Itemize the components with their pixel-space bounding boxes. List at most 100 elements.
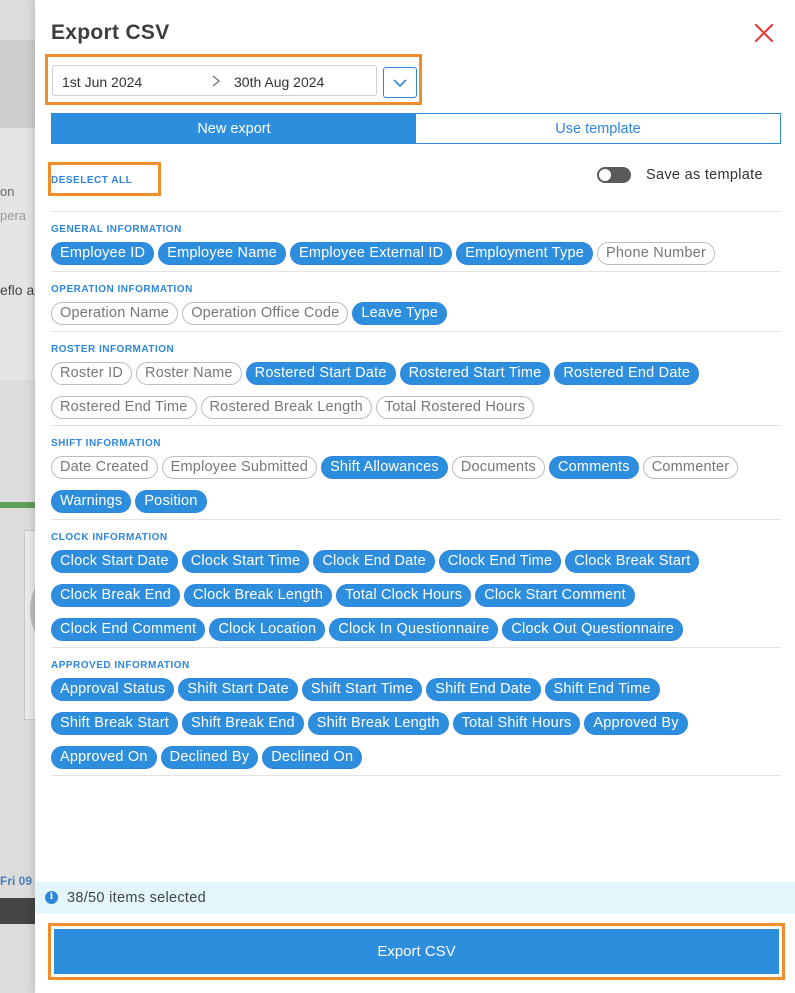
date-range-dropdown-button[interactable] [383, 67, 417, 98]
field-chip[interactable]: Operation Office Code [182, 302, 349, 325]
field-chip[interactable]: Employee ID [51, 242, 155, 265]
field-chip[interactable]: Clock In Questionnaire [329, 618, 499, 641]
field-chip[interactable]: Clock End Comment [51, 618, 206, 641]
field-chip[interactable]: Rostered Break Length [200, 396, 372, 419]
field-chip[interactable]: Roster Name [136, 362, 242, 385]
section-roster-information: ROSTER INFORMATION Roster ID Roster Name Ro… [51, 331, 781, 425]
field-chip[interactable]: Roster ID [51, 362, 133, 385]
field-chip[interactable]: Employee Submitted [161, 456, 318, 479]
field-chip-list: Roster ID Roster Name Rostered Start Date R… [51, 362, 781, 419]
field-chip[interactable]: Shift Break Start [51, 712, 178, 735]
chevron-down-icon [393, 79, 407, 88]
field-chip[interactable]: Shift End Date [426, 678, 541, 701]
field-chip[interactable]: Clock Location [209, 618, 326, 641]
field-chip[interactable]: Approval Status [51, 678, 175, 701]
field-chip[interactable]: Approved By [584, 712, 688, 735]
field-chip[interactable]: Employee Name [158, 242, 287, 265]
bg-content-band [0, 128, 40, 380]
bg-fragment-text: eflo a [0, 282, 35, 298]
toggle-knob [599, 169, 611, 181]
field-chip[interactable]: Shift Start Date [178, 678, 298, 701]
deselect-all-highlight: DESELECT ALL [48, 162, 161, 196]
export-csv-button[interactable]: Export CSV [54, 929, 779, 974]
bg-progress-line [0, 502, 40, 508]
field-chip[interactable]: Leave Type [352, 302, 448, 325]
field-chip[interactable]: Operation Name [51, 302, 179, 325]
field-chip[interactable]: Warnings [51, 490, 132, 513]
section-title: GENERAL INFORMATION [51, 224, 182, 235]
field-chip-list: Employee ID Employee Name Employee Externa… [51, 242, 781, 265]
section-approved-information: APPROVED INFORMATION Approval Status Shift… [51, 647, 781, 775]
field-chip[interactable]: Clock Start Date [51, 550, 178, 573]
section-divider [51, 775, 781, 776]
close-button[interactable] [751, 20, 777, 46]
bg-fragment-text: pera [0, 208, 27, 223]
date-end[interactable]: 30th Aug 2024 [234, 74, 324, 90]
field-chip[interactable]: Clock Out Questionnaire [502, 618, 683, 641]
save-as-template-toggle[interactable] [597, 167, 631, 183]
section-shift-information: SHIFT INFORMATION Date Created Employee Su… [51, 425, 781, 519]
field-chip[interactable]: Clock End Time [438, 550, 562, 573]
field-chip[interactable]: Shift Allowances [321, 456, 448, 479]
field-chip[interactable]: Shift End Time [544, 678, 660, 701]
section-title: SHIFT INFORMATION [51, 438, 161, 449]
field-chip[interactable]: Rostered End Time [51, 396, 197, 419]
background-app: on pera eflo a Fri 09 [0, 0, 40, 993]
bg-fragment-text: on [0, 184, 15, 199]
field-chip[interactable]: Shift Start Time [301, 678, 423, 701]
deselect-all-button[interactable]: DESELECT ALL [51, 175, 132, 186]
field-chip[interactable]: Declined On [262, 746, 363, 769]
field-chip[interactable]: Rostered End Date [554, 362, 700, 385]
field-chip[interactable]: Total Shift Hours [452, 712, 581, 735]
section-title: APPROVED INFORMATION [51, 660, 190, 671]
tab-new-export[interactable]: New export [52, 114, 416, 143]
field-chip[interactable]: Clock Start Time [181, 550, 310, 573]
field-chip[interactable]: Total Clock Hours [336, 584, 472, 607]
save-as-template-label: Save as template [646, 167, 763, 183]
tab-use-template[interactable]: Use template [416, 114, 780, 143]
bg-date-text: Fri 09 [0, 874, 33, 888]
field-chip[interactable]: Commenter [642, 456, 739, 479]
date-range-highlight: 1st Jun 2024 30th Aug 2024 [45, 54, 422, 105]
section-general-information: GENERAL INFORMATION Employee ID Employee N… [51, 211, 781, 271]
field-chip[interactable]: Total Rostered Hours [375, 396, 535, 419]
date-start[interactable]: 1st Jun 2024 [62, 74, 142, 90]
field-chip[interactable]: Rostered Start Time [399, 362, 551, 385]
section-title: OPERATION INFORMATION [51, 284, 193, 295]
field-chip-list: Clock Start Date Clock Start Time Clock En… [51, 550, 781, 641]
field-chip[interactable]: Shift Break End [181, 712, 304, 735]
bg-header-band [0, 40, 40, 128]
field-chip[interactable]: Employee External ID [290, 242, 453, 265]
field-chip[interactable]: Clock Start Comment [475, 584, 635, 607]
field-chip-list: Date Created Employee Submitted Shift Allo… [51, 456, 781, 513]
field-chip[interactable]: Declined By [160, 746, 259, 769]
export-button-highlight: Export CSV [48, 923, 785, 980]
section-title: CLOCK INFORMATION [51, 532, 168, 543]
field-chip[interactable]: Shift Break Length [307, 712, 449, 735]
field-chip[interactable]: Position [135, 490, 207, 513]
close-icon [754, 23, 774, 43]
field-chip[interactable]: Comments [549, 456, 639, 479]
field-chip[interactable]: Rostered Start Date [245, 362, 396, 385]
bg-dark-bar [0, 898, 40, 924]
field-chip-list: Operation Name Operation Office Code Leave… [51, 302, 781, 325]
field-chip[interactable]: Date Created [51, 456, 158, 479]
export-mode-tabs: New export Use template [51, 113, 781, 144]
selected-count: 38/50 items selected [67, 890, 206, 906]
panel-title: Export CSV [51, 21, 170, 44]
field-chip[interactable]: Clock Break End [51, 584, 180, 607]
field-chip[interactable]: Clock Break Length [184, 584, 333, 607]
field-chip[interactable]: Clock Break Start [565, 550, 700, 573]
section-clock-information: CLOCK INFORMATION Clock Start Date Clock S… [51, 519, 781, 647]
field-chip[interactable]: Clock End Date [313, 550, 435, 573]
field-sections: GENERAL INFORMATION Employee ID Employee N… [51, 211, 781, 776]
date-range-input[interactable]: 1st Jun 2024 30th Aug 2024 [52, 65, 377, 96]
field-chip[interactable]: Phone Number [597, 242, 715, 265]
selection-info-bar: i 38/50 items selected [35, 882, 795, 914]
info-icon: i [45, 891, 58, 904]
field-chip[interactable]: Employment Type [456, 242, 594, 265]
field-chip-list: Approval Status Shift Start Date Shift Sta… [51, 678, 781, 769]
field-chip[interactable]: Approved On [51, 746, 157, 769]
section-operation-information: OPERATION INFORMATION Operation Name Opera… [51, 271, 781, 331]
field-chip[interactable]: Documents [451, 456, 545, 479]
